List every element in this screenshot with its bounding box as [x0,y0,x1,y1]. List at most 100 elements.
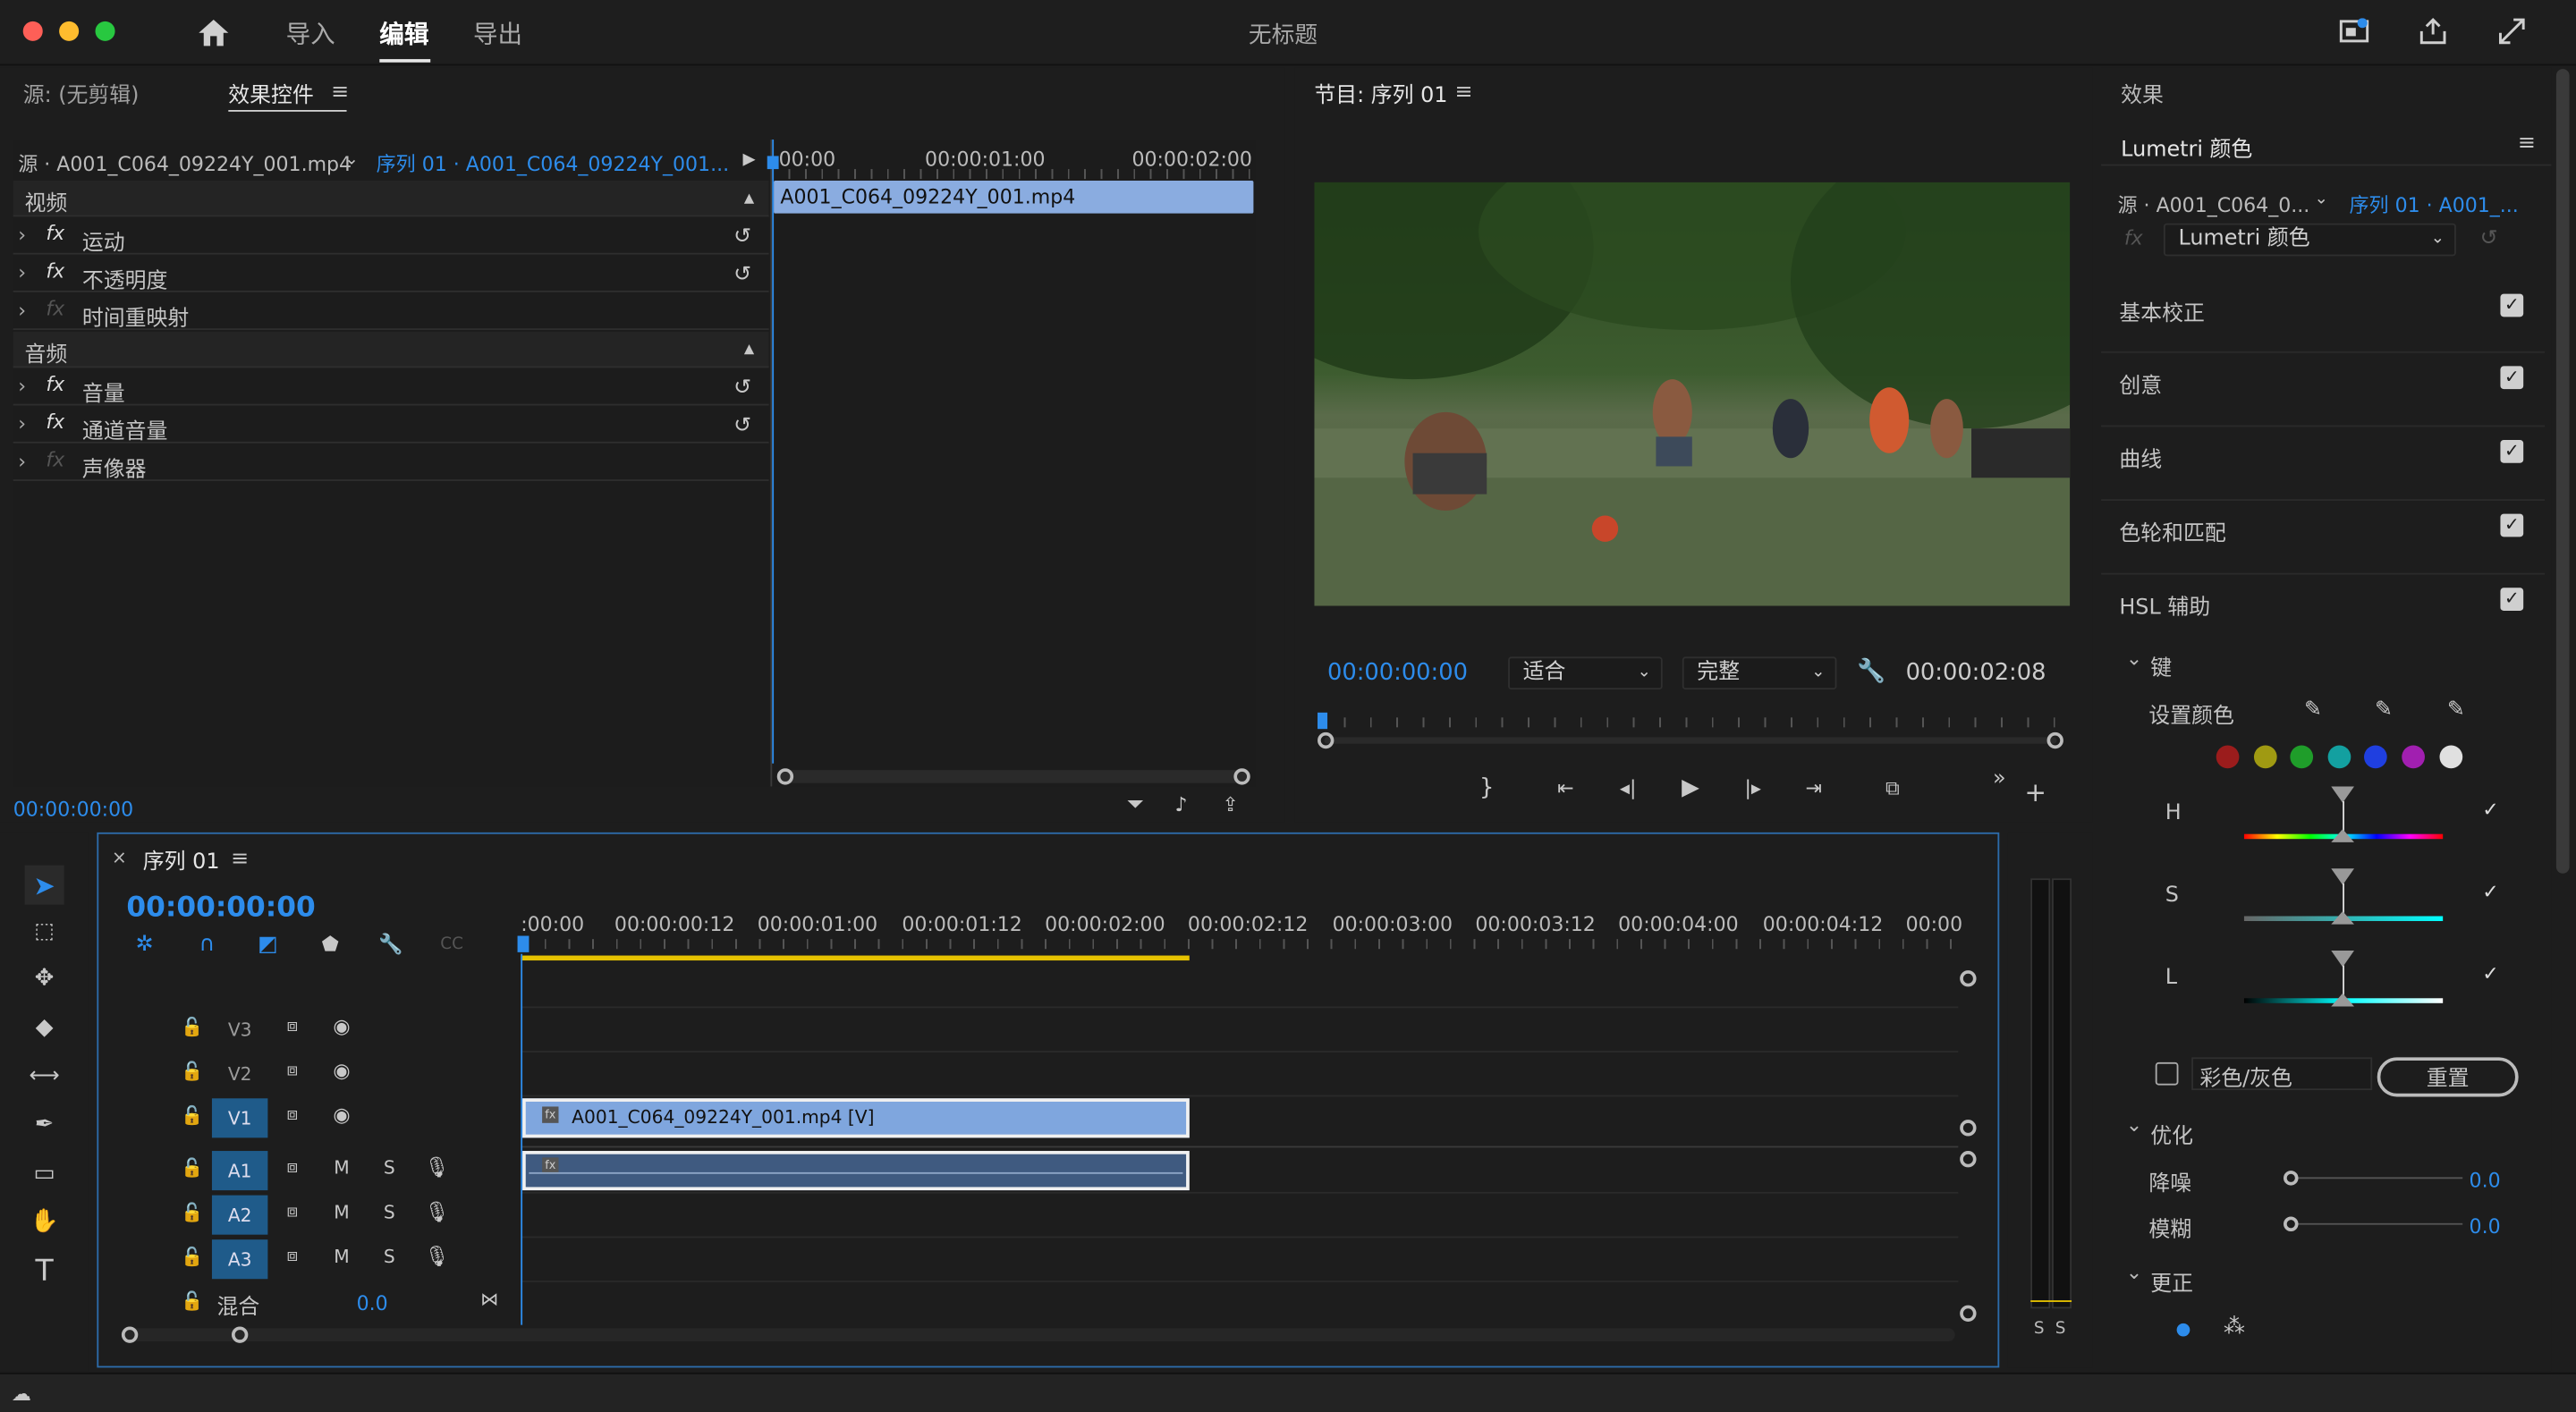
mute-button[interactable]: M [328,1200,354,1223]
panel-menu-icon[interactable]: ≡ [228,846,251,871]
expand-chevron-icon[interactable]: › [18,224,26,247]
sequence-tab-title[interactable]: 序列 01 [143,844,220,875]
fx-icon[interactable]: fx [46,259,64,283]
expand-chevron-icon[interactable]: › [18,261,26,284]
mini-playhead-handle[interactable] [767,156,779,170]
close-icon[interactable]: × [112,847,127,868]
sync-lock-icon[interactable]: ⧈ [279,1103,305,1127]
effect-row-volume[interactable]: › fx 音量 ↺ [13,369,769,407]
lumetri-sequence-clip[interactable]: 序列 01 · A001_... [2349,190,2518,218]
expand-chevron-icon[interactable]: › [18,412,26,435]
color-swatch[interactable] [2402,745,2425,769]
blur-value[interactable]: 0.0 [2470,1215,2501,1239]
lock-icon[interactable]: 🔓 [181,1059,204,1082]
export-frame-icon[interactable]: ⇪ [1217,791,1243,817]
scrub-playhead[interactable] [1318,712,1328,730]
single-wheel-icon[interactable] [2176,1323,2190,1337]
section-video[interactable]: 视频 ▲ [13,180,769,217]
fx-icon[interactable]: fx [46,373,64,396]
color-swatch[interactable] [2216,745,2240,769]
fx-icon[interactable]: fx [46,222,64,245]
track-target-a3[interactable]: A3 [211,1239,268,1280]
quality-select[interactable]: 完整 ⌄ [1682,656,1837,690]
mix-pan-icon[interactable]: ⋈ [477,1287,503,1310]
section-enable-checkbox[interactable]: ✓ [2500,588,2524,611]
solo-button[interactable]: S [377,1200,402,1223]
sequence-clip-label[interactable]: 序列 01 · A001_C064_09224Y_001... [377,149,729,177]
reset-icon[interactable]: ↺ [729,224,755,249]
mini-playhead[interactable] [772,140,775,764]
mute-button[interactable]: M [328,1245,354,1268]
lock-icon[interactable]: 🔓 [181,1200,204,1223]
magnet-icon[interactable]: ∩ [194,931,220,957]
microphone-icon[interactable]: 🎙 [424,1200,450,1223]
scroll-handle-left[interactable] [776,768,794,785]
track-target-a2[interactable]: A2 [211,1195,268,1235]
minimize-window-button[interactable] [59,21,80,41]
hand-tool-icon[interactable]: ✋ [25,1202,64,1241]
denoise-slider-handle[interactable] [2284,1171,2299,1186]
audio-clip[interactable]: fx [522,1151,1190,1191]
effect-row-time-remap[interactable]: › fx 时间重映射 [13,294,769,332]
home-icon[interactable] [194,13,233,53]
reset-icon[interactable]: ↺ [729,261,755,287]
expand-chevron-icon[interactable]: › [18,450,26,473]
fullscreen-icon[interactable] [2494,13,2529,49]
color-swatch[interactable] [2364,745,2388,769]
panel-menu-icon[interactable]: ≡ [1453,80,1476,105]
reset-button[interactable]: 重置 [2377,1057,2519,1097]
lumetri-source-clip[interactable]: 源 · A001_C064_0... [2118,190,2310,218]
more-controls-icon[interactable]: » [1985,764,2014,793]
marker-icon[interactable]: ⬟ [317,931,343,957]
track-lanes[interactable]: fx A001_C064_09224Y_001.mp4 [V] fx [521,953,1977,1325]
effect-row-motion[interactable]: › fx 运动 ↺ [13,218,769,256]
hsl-l-checkbox[interactable]: ✓ [2482,964,2502,984]
program-scrub-bar[interactable] [1318,712,2067,749]
eyedropper-subtract-icon[interactable]: ✎ [2441,695,2470,724]
microphone-icon[interactable]: 🎙 [424,1156,450,1179]
ripple-edit-tool-icon[interactable]: ✥ [25,959,64,998]
sync-lock-icon[interactable]: ⧈ [279,1156,305,1179]
creative-cloud-icon[interactable]: ☁ [6,1379,36,1408]
lock-icon[interactable]: 🔓 [181,1245,204,1268]
razor-tool-icon[interactable]: ◆ [25,1008,64,1047]
slider-handle-bottom[interactable] [2331,829,2354,842]
go-to-out-icon[interactable]: ⇥ [1799,774,1828,803]
sync-lock-icon[interactable]: ⧈ [279,1015,305,1038]
quick-export-icon[interactable] [2336,13,2372,49]
nav-import[interactable]: 导入 [286,16,335,51]
type-tool-icon[interactable]: T [25,1251,64,1290]
eyedropper-icon[interactable]: ✎ [2299,695,2328,724]
scrub-handle-left[interactable] [1318,731,1335,749]
mini-clip[interactable]: A001_C064_09224Y_001.mp4 [774,180,1254,214]
close-window-button[interactable] [22,21,43,41]
section-enable-checkbox[interactable]: ✓ [2500,440,2524,463]
effects-panel-scrollbar[interactable] [2555,69,2570,874]
step-back-icon[interactable]: ◂| [1614,774,1643,803]
blur-slider[interactable] [2290,1222,2463,1225]
step-forward-icon[interactable]: |▸ [1738,774,1767,803]
playhead-handle[interactable] [517,935,530,952]
solo-button[interactable]: S [377,1156,402,1179]
linked-selection-icon[interactable]: ◩ [255,931,281,957]
sync-lock-icon[interactable]: ⧈ [279,1245,305,1268]
captions-icon[interactable]: CC [436,931,469,957]
section-basic-correction[interactable]: 基本校正 ✓ [2101,281,2546,353]
denoise-slider[interactable] [2290,1177,2463,1179]
tab-effect-controls[interactable]: 效果控件 [228,77,314,109]
hsl-s-checkbox[interactable]: ✓ [2482,882,2502,901]
chevron-down-icon[interactable]: ⌄ [342,149,361,169]
effect-row-channel-volume[interactable]: › fx 通道音量 ↺ [13,407,769,445]
track-target-v1[interactable]: V1 [211,1098,268,1138]
optimize-label[interactable]: 优化 [2150,1118,2193,1150]
reset-icon[interactable]: ↺ [729,375,755,401]
microphone-icon[interactable]: 🎙 [424,1245,450,1268]
effect-row-panner[interactable]: › fx 声像器 [13,445,769,483]
share-icon[interactable] [2415,13,2451,49]
section-enable-checkbox[interactable]: ✓ [2500,293,2524,317]
go-to-in-icon[interactable]: ⇤ [1551,774,1580,803]
scrub-handle-right[interactable] [2046,731,2063,749]
section-curves[interactable]: 曲线 ✓ [2101,427,2546,501]
solo-button[interactable]: S [377,1245,402,1268]
lock-icon[interactable]: 🔓 [181,1156,204,1179]
